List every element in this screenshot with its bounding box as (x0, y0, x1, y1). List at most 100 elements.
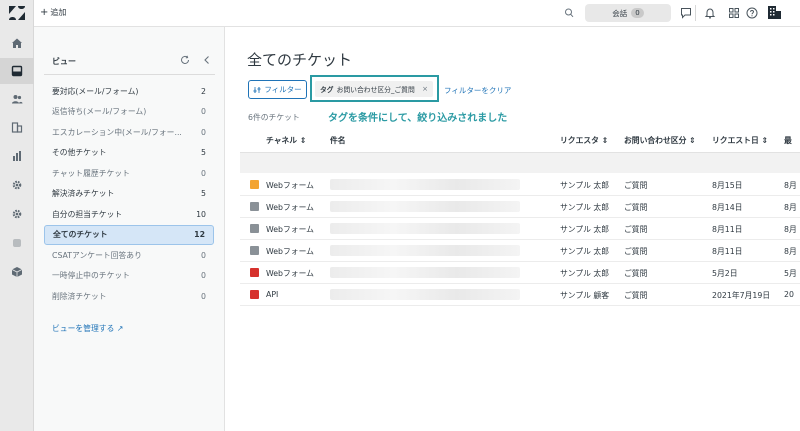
clear-filter-link[interactable]: フィルターをクリア (444, 85, 511, 96)
manage-views-label: ビューを管理する (52, 324, 115, 333)
search-icon[interactable] (564, 7, 574, 19)
view-item-count: 0 (201, 168, 206, 178)
views-icon[interactable] (0, 58, 34, 84)
help-icon[interactable] (746, 7, 758, 19)
nav-rail (0, 0, 34, 431)
view-item-count: 0 (201, 127, 206, 137)
view-item-count: 5 (201, 148, 206, 158)
view-item[interactable]: CSATアンケート回答あり 0 (44, 245, 214, 266)
view-item-label: 解決済みチケット (52, 189, 115, 199)
table-row[interactable]: Webフォーム サンプル 太郎 ご質問 8月11日 8月 (240, 218, 800, 240)
add-button[interactable]: + 追加 (40, 7, 66, 18)
view-item[interactable]: 自分の担当チケット 10 (44, 204, 214, 225)
zendesk-logo[interactable] (9, 6, 25, 20)
table-row[interactable]: Webフォーム サンプル 太郎 ご質問 8月15日 8月 (240, 174, 800, 196)
view-item-count: 12 (194, 230, 205, 240)
cell-last: 20 (784, 290, 794, 299)
col-header-category[interactable]: お問い合わせ区分 ⇕ (624, 135, 696, 146)
view-item[interactable]: 要対応(メール/フォーム) 2 (44, 81, 214, 102)
table-row[interactable]: Webフォーム サンプル 太郎 ご質問 8月14日 8月 (240, 196, 800, 218)
sort-icon: ⇕ (761, 136, 769, 145)
col-header-channel[interactable]: チャネル ⇕ (266, 135, 306, 146)
view-item[interactable]: 解決済みチケット 5 (44, 184, 214, 205)
cell-last: 8月 (784, 203, 797, 212)
redacted-subject (330, 267, 520, 278)
cell-request-date: 5月2日 (712, 269, 738, 278)
view-item[interactable]: 返信待ち(メール/フォーム) 0 (44, 102, 214, 123)
cell-requester: サンプル 太郎 (560, 269, 610, 278)
col-header-subject[interactable]: 件名 (330, 135, 346, 146)
view-item-count: 5 (201, 189, 206, 199)
web-form-icon (250, 180, 259, 189)
view-item[interactable]: チャット履歴チケット 0 (44, 163, 214, 184)
views-divider (44, 74, 215, 75)
cell-channel: API (266, 290, 279, 299)
apps-icon[interactable] (0, 230, 34, 256)
page-title: 全てのチケット (247, 51, 353, 69)
cube-icon[interactable] (0, 259, 34, 285)
admin-gear-icon[interactable] (0, 172, 34, 198)
table-group-row (240, 153, 800, 173)
cell-category: ご質問 (624, 181, 648, 190)
bell-icon[interactable] (704, 7, 716, 19)
tag-chip-key: タグ (320, 86, 334, 94)
profile-avatar-icon[interactable] (767, 5, 782, 20)
tag-chip-value: お問い合わせ区分_ご質問 (336, 86, 415, 94)
close-icon[interactable]: × (422, 85, 428, 93)
product-tray-icon[interactable] (728, 7, 740, 19)
col-header-last[interactable]: 最 (784, 135, 792, 146)
cell-request-date: 2021年7月19日 (712, 291, 771, 300)
annotation-text: タグを条件にして、絞り込みされました (328, 113, 508, 124)
view-item[interactable]: その他チケット 5 (44, 143, 214, 164)
tag-filter-chip[interactable]: タグ お問い合わせ区分_ご質問 × (315, 81, 433, 97)
table-row[interactable]: Webフォーム サンプル 太郎 ご質問 8月11日 8月 (240, 240, 800, 262)
conversations-button[interactable]: 会話 0 (585, 4, 671, 22)
email-icon (250, 202, 259, 211)
col-header-request-date[interactable]: リクエスト日 ⇕ (712, 135, 768, 146)
view-item[interactable]: 一時停止中のチケット 0 (44, 266, 214, 287)
manage-views-link[interactable]: ビューを管理する ↗ (52, 323, 123, 334)
customers-icon[interactable] (0, 86, 34, 112)
chat-icon[interactable] (680, 7, 692, 19)
email-icon (250, 224, 259, 233)
organizations-icon[interactable] (0, 114, 34, 140)
sort-icon: ⇕ (601, 136, 609, 145)
topbar-divider (695, 5, 696, 21)
filter-button-label: フィルター (264, 85, 302, 94)
table-row[interactable]: Webフォーム サンプル 太郎 ご質問 5月2日 5月 (240, 262, 800, 284)
view-item-count: 0 (201, 250, 206, 260)
redacted-subject (330, 201, 520, 212)
reporting-icon[interactable] (0, 143, 34, 169)
cell-last: 8月 (784, 247, 797, 256)
cell-request-date: 8月15日 (712, 181, 743, 190)
redacted-subject (330, 245, 520, 256)
settings-gear-icon[interactable] (0, 201, 34, 227)
view-item[interactable]: 削除済チケット 0 (44, 286, 214, 307)
view-item[interactable]: エスカレーション中(メール/フォー... 0 (44, 122, 214, 143)
cell-request-date: 8月11日 (712, 225, 743, 234)
main-content: 全てのチケット フィルター タグ お問い合わせ区分_ご質問 × フィルターをクリ… (226, 27, 800, 431)
view-item-selected[interactable]: 全てのチケット 12 (44, 224, 214, 245)
cell-request-date: 8月11日 (712, 247, 743, 256)
cell-requester: サンプル 太郎 (560, 225, 610, 234)
col-header-requester[interactable]: リクエスタ ⇕ (560, 135, 608, 146)
chevron-left-icon[interactable] (202, 55, 212, 65)
col-header-label: チャネル (266, 136, 298, 145)
redacted-subject (330, 289, 520, 300)
view-item-count: 0 (201, 291, 206, 301)
home-icon[interactable] (0, 30, 34, 56)
refresh-icon[interactable] (180, 55, 190, 65)
view-item-count: 0 (201, 107, 206, 117)
view-item-count: 10 (196, 209, 206, 219)
cell-request-date: 8月14日 (712, 203, 743, 212)
view-item-label: 要対応(メール/フォーム) (52, 86, 139, 96)
view-item-label: 一時停止中のチケット (52, 271, 130, 281)
cell-channel: Webフォーム (266, 269, 314, 278)
table-row[interactable]: API サンプル 顧客 ご質問 2021年7月19日 20 (240, 284, 800, 306)
view-item-label: 全てのチケット (53, 230, 108, 240)
external-link-icon: ↗ (116, 324, 124, 333)
view-item-label: エスカレーション中(メール/フォー... (52, 127, 182, 137)
table-header: チャネル ⇕ 件名 リクエスタ ⇕ お問い合わせ区分 ⇕ リクエスト日 ⇕ 最 (240, 127, 800, 153)
cell-last: 8月 (784, 181, 797, 190)
filter-button[interactable]: フィルター (248, 80, 307, 99)
